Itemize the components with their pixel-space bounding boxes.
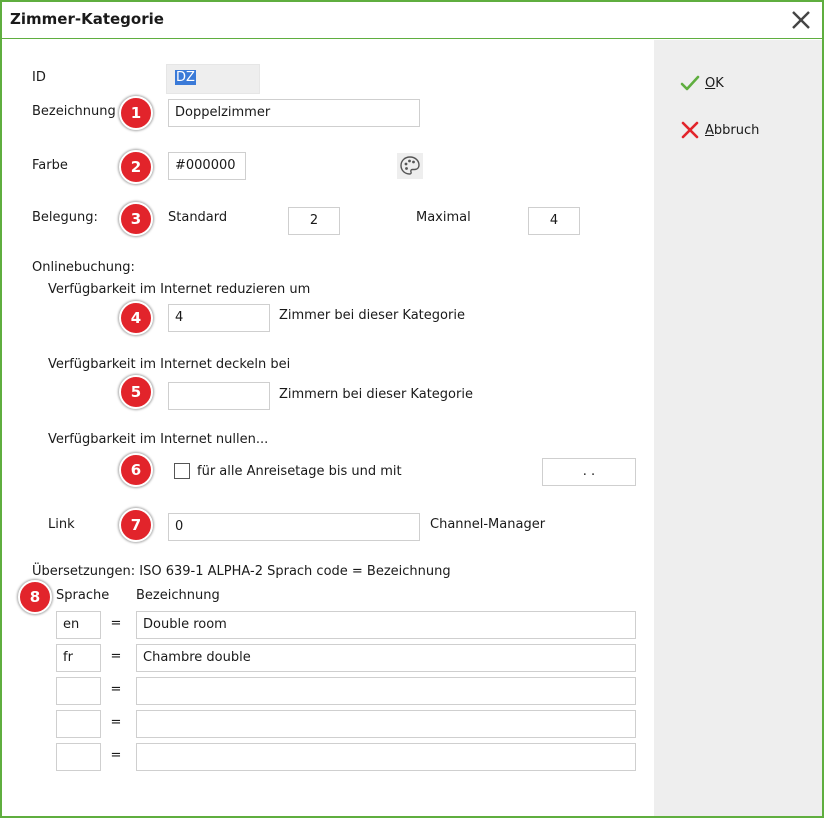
equals-sign: =	[110, 616, 122, 631]
translation-name-input[interactable]	[136, 743, 636, 771]
farbe-input[interactable]: #000000	[168, 152, 246, 180]
window-title: Zimmer-Kategorie	[10, 10, 164, 28]
reduce-suffix: Zimmer bei dieser Kategorie	[279, 308, 465, 323]
x-icon	[681, 121, 699, 139]
farbe-label: Farbe	[32, 158, 68, 173]
cap-label: Verfügbarkeit im Internet deckeln bei	[48, 357, 291, 372]
col-sprache-header: Sprache	[56, 588, 110, 603]
equals-sign: =	[110, 748, 122, 763]
title-bar: Zimmer-Kategorie	[2, 2, 822, 39]
annotation-badge-6: 6	[119, 453, 153, 487]
color-picker-button[interactable]	[397, 153, 423, 183]
translation-lang-input[interactable]	[56, 710, 101, 738]
equals-sign: =	[110, 715, 122, 730]
standard-label: Standard	[168, 210, 228, 225]
id-label: ID	[32, 70, 46, 85]
annotation-badge-3: 3	[119, 202, 153, 236]
zero-label: Verfügbarkeit im Internet nullen...	[48, 432, 269, 447]
action-panel: OK Abbruch	[654, 40, 822, 816]
translation-name-input[interactable]	[136, 677, 636, 705]
zero-checkbox[interactable]	[174, 463, 190, 479]
dialog-window: Zimmer-Kategorie ID DZ Bezeichnung Doppe…	[0, 0, 824, 818]
onlinebuchung-label: Onlinebuchung:	[32, 260, 135, 275]
belegung-label: Belegung:	[32, 210, 98, 225]
annotation-badge-2: 2	[119, 150, 153, 184]
annotation-badge-4: 4	[119, 301, 153, 335]
translation-name-input[interactable]	[136, 710, 636, 738]
translations-label: Übersetzungen: ISO 639-1 ALPHA-2 Sprach …	[32, 564, 451, 579]
id-field[interactable]: DZ	[166, 64, 260, 94]
translation-lang-input[interactable]	[56, 743, 101, 771]
annotation-badge-7: 7	[119, 508, 153, 542]
cancel-label: Abbruch	[705, 122, 760, 138]
bezeichnung-label: Bezeichnung	[32, 104, 116, 119]
palette-icon	[397, 153, 423, 179]
translation-lang-input[interactable]: fr	[56, 644, 101, 672]
close-icon	[792, 11, 810, 29]
link-input[interactable]: 0	[168, 513, 420, 541]
cap-input[interactable]	[168, 382, 270, 410]
zero-date-input[interactable]: . .	[542, 458, 636, 486]
id-value: DZ	[175, 70, 196, 85]
standard-input[interactable]: 2	[288, 207, 340, 235]
annotation-badge-5: 5	[119, 375, 153, 409]
cancel-button[interactable]: Abbruch	[680, 119, 759, 141]
col-bezeichnung-header: Bezeichnung	[136, 588, 220, 603]
translation-name-input[interactable]: Chambre double	[136, 644, 636, 672]
equals-sign: =	[110, 682, 122, 697]
maximal-input[interactable]: 4	[528, 207, 580, 235]
checkmark-icon	[680, 75, 700, 91]
annotation-badge-1: 1	[119, 96, 153, 130]
ok-label: OK	[705, 75, 724, 91]
bezeichnung-input[interactable]: Doppelzimmer	[168, 99, 420, 127]
close-button[interactable]	[788, 7, 814, 33]
maximal-label: Maximal	[416, 210, 471, 225]
cap-suffix: Zimmern bei dieser Kategorie	[279, 387, 473, 402]
translation-lang-input[interactable]	[56, 677, 101, 705]
ok-button[interactable]: OK	[680, 72, 724, 94]
reduce-label: Verfügbarkeit im Internet reduzieren um	[48, 282, 311, 297]
link-suffix: Channel-Manager	[430, 517, 546, 532]
reduce-input[interactable]: 4	[168, 304, 270, 332]
link-label: Link	[48, 517, 75, 532]
zero-checkbox-label: für alle Anreisetage bis und mit	[197, 464, 402, 479]
annotation-badge-8: 8	[18, 580, 52, 614]
translation-lang-input[interactable]: en	[56, 611, 101, 639]
translation-name-input[interactable]: Double room	[136, 611, 636, 639]
equals-sign: =	[110, 649, 122, 664]
